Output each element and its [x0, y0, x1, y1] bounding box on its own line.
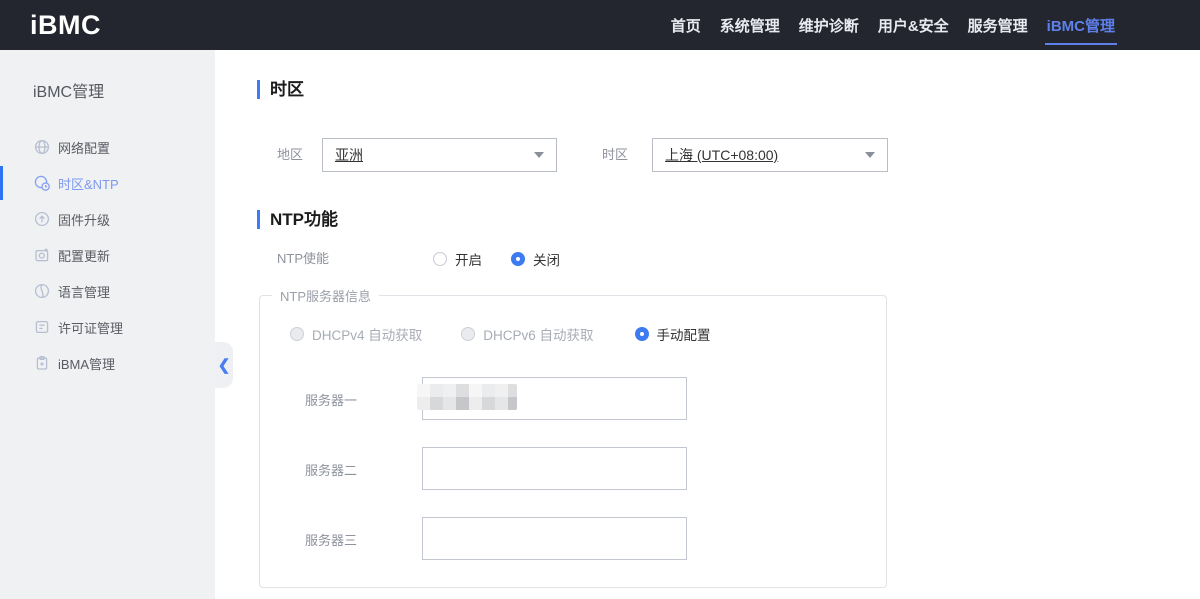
chevron-down-icon — [534, 152, 544, 158]
region-select-value: 亚洲 — [335, 145, 363, 165]
server2-input[interactable] — [422, 447, 687, 490]
sidebar-item-label: iBMA管理 — [58, 354, 115, 373]
timezone-icon — [33, 175, 50, 192]
ibma-icon — [33, 355, 50, 372]
nav-ibmc-management[interactable]: iBMC管理 — [1045, 0, 1117, 50]
server1-label: 服务器一 — [305, 392, 357, 410]
ntp-mode-radio-group: DHCPv4 自动获取 DHCPv6 自动获取 手动配置 — [290, 320, 711, 348]
top-bar: iBMC 首页 系统管理 维护诊断 用户&安全 服务管理 iBMC管理 — [0, 0, 1200, 50]
sidebar-collapse-handle[interactable]: ❮ — [215, 342, 233, 388]
sidebar-item-label: 配置更新 — [58, 246, 110, 265]
server3-label: 服务器三 — [305, 532, 357, 550]
sidebar-item-timezone-ntp[interactable]: 时区&NTP — [0, 165, 215, 201]
sidebar: iBMC管理 网络配置 时区&NTP 固件升级 配置更新 — [0, 50, 215, 599]
nav-maintenance-diagnosis[interactable]: 维护诊断 — [797, 0, 861, 50]
sidebar-item-firmware-upgrade[interactable]: 固件升级 — [0, 201, 215, 237]
timezone-label: 时区 — [602, 145, 628, 165]
ibmc-logo: iBMC — [30, 10, 101, 41]
sidebar-item-config-update[interactable]: 配置更新 — [0, 237, 215, 273]
config-update-icon — [33, 247, 50, 264]
ntp-off-label[interactable]: 关闭 — [533, 249, 560, 269]
ntp-enable-radio-group: 开启 关闭 — [433, 245, 560, 273]
sidebar-item-network-config[interactable]: 网络配置 — [0, 129, 215, 165]
ntp-enable-label: NTP使能 — [277, 249, 329, 269]
language-icon — [33, 283, 50, 300]
network-icon — [33, 139, 50, 156]
dhcpv4-label[interactable]: DHCPv4 自动获取 — [312, 324, 422, 344]
sidebar-item-label: 语言管理 — [58, 282, 110, 301]
nav-system-management[interactable]: 系统管理 — [718, 0, 782, 50]
region-label: 地区 — [277, 145, 303, 165]
sidebar-item-label: 许可证管理 — [58, 318, 123, 337]
manual-config-label[interactable]: 手动配置 — [657, 324, 711, 344]
top-navigation: 首页 系统管理 维护诊断 用户&安全 服务管理 iBMC管理 — [669, 0, 1200, 50]
timezone-select[interactable]: 上海 (UTC+08:00) — [652, 138, 888, 172]
nav-service-management[interactable]: 服务管理 — [966, 0, 1030, 50]
nav-home[interactable]: 首页 — [669, 0, 703, 50]
sidebar-item-label: 网络配置 — [58, 138, 110, 157]
sidebar-title: iBMC管理 — [0, 50, 215, 102]
nav-user-security[interactable]: 用户&安全 — [876, 0, 951, 50]
sidebar-item-label: 固件升级 — [58, 210, 110, 229]
ntp-section-title: NTP功能 — [257, 210, 338, 229]
sidebar-item-label: 时区&NTP — [58, 174, 119, 193]
license-icon — [33, 319, 50, 336]
timezone-section-title: 时区 — [257, 80, 304, 99]
ibmc-page: iBMC 首页 系统管理 维护诊断 用户&安全 服务管理 iBMC管理 iBMC… — [0, 0, 1200, 599]
sidebar-item-license-management[interactable]: 许可证管理 — [0, 309, 215, 345]
region-select[interactable]: 亚洲 — [322, 138, 557, 172]
sidebar-item-language-management[interactable]: 语言管理 — [0, 273, 215, 309]
server1-input[interactable] — [422, 377, 687, 420]
dhcpv4-radio[interactable] — [290, 327, 304, 341]
ntp-on-radio[interactable] — [433, 252, 447, 266]
server3-input[interactable] — [422, 517, 687, 560]
chevron-left-icon: ❮ — [218, 358, 231, 373]
chevron-down-icon — [865, 152, 875, 158]
ntp-on-label[interactable]: 开启 — [455, 249, 482, 269]
manual-config-radio[interactable] — [635, 327, 649, 341]
dhcpv6-radio[interactable] — [461, 327, 475, 341]
server2-label: 服务器二 — [305, 462, 357, 480]
ntp-server-info-legend: NTP服务器信息 — [272, 286, 379, 305]
sidebar-item-ibma-management[interactable]: iBMA管理 — [0, 345, 215, 381]
firmware-upgrade-icon — [33, 211, 50, 228]
timezone-select-value: 上海 (UTC+08:00) — [665, 145, 778, 165]
ntp-off-radio[interactable] — [511, 252, 525, 266]
dhcpv6-label[interactable]: DHCPv6 自动获取 — [483, 324, 593, 344]
